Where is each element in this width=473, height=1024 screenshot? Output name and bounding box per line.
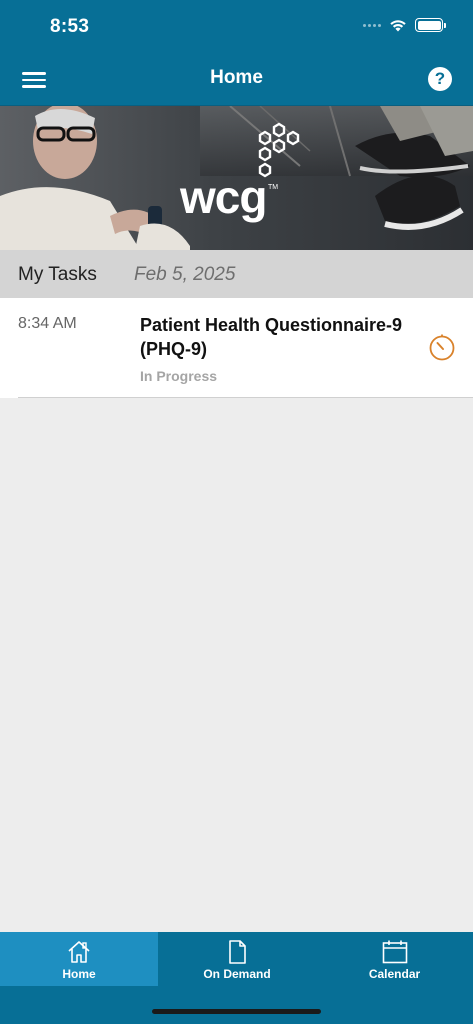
cellular-signal-icon	[363, 23, 381, 27]
tab-on-demand[interactable]: On Demand	[158, 932, 316, 986]
nav-bar: Home ?	[0, 54, 473, 106]
task-title: Patient Health Questionnaire-9 (PHQ-9)	[140, 315, 403, 359]
trademark-mark: TM	[268, 184, 279, 191]
wifi-icon	[390, 20, 406, 32]
tasks-date: Feb 5, 2025	[134, 264, 236, 285]
tab-home[interactable]: Home	[0, 932, 158, 986]
document-icon	[229, 940, 246, 964]
wcg-logo-text: wcg	[180, 171, 267, 223]
tasks-title: My Tasks	[18, 264, 97, 285]
tab-calendar[interactable]: Calendar	[316, 932, 473, 986]
battery-icon	[415, 18, 446, 32]
status-bar: 8:53	[0, 0, 473, 54]
status-icons	[363, 18, 446, 32]
timer-icon	[429, 334, 455, 361]
status-time: 8:53	[50, 16, 90, 37]
row-divider	[18, 397, 473, 398]
task-row[interactable]: 8:34 AM Patient Health Questionnaire-9 (…	[0, 298, 473, 398]
task-status: In Progress	[140, 368, 218, 384]
tab-calendar-label: Calendar	[368, 967, 421, 981]
page-title: Home	[210, 67, 263, 88]
hero-banner-image: wcg TM	[0, 106, 473, 250]
home-indicator	[152, 1009, 321, 1014]
help-question-icon[interactable]: ?	[428, 67, 452, 91]
task-time: 8:34 AM	[18, 315, 77, 332]
tab-on-demand-label: On Demand	[203, 967, 271, 981]
calendar-icon	[382, 940, 407, 964]
home-icon	[68, 941, 90, 963]
tasks-header: My Tasks Feb 5, 2025	[0, 250, 473, 298]
tab-home-label: Home	[62, 967, 96, 981]
